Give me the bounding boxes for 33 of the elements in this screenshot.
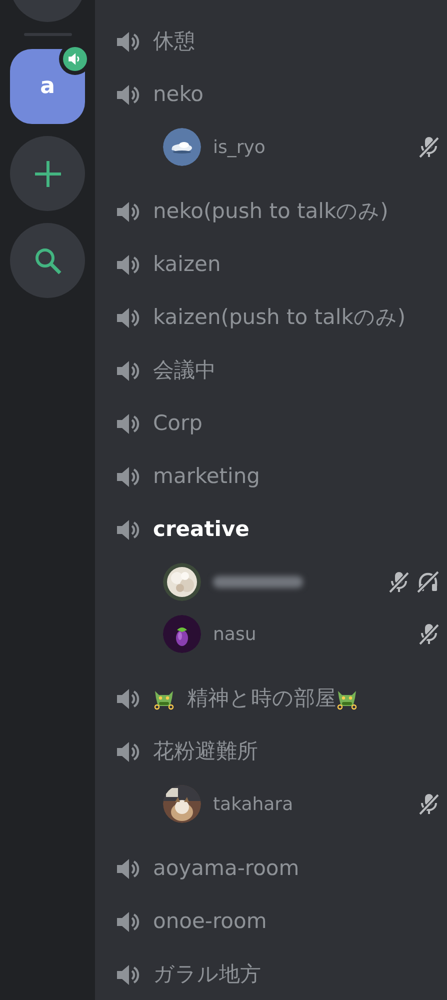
speaker-icon xyxy=(115,962,141,986)
speaker-icon xyxy=(115,686,141,710)
channel-name[interactable]: aoyama-room xyxy=(153,858,300,879)
plus-icon xyxy=(34,160,62,188)
channel-name[interactable]: 花粉避難所 xyxy=(153,741,258,762)
channel-name[interactable]: neko xyxy=(153,84,204,105)
speaker-icon xyxy=(115,358,141,382)
channel-name[interactable]: kaizen xyxy=(153,254,221,275)
username: nasu xyxy=(213,624,258,644)
username: takahara xyxy=(213,794,294,814)
channel-name[interactable]: Corp xyxy=(153,413,202,434)
channel-name[interactable]: creative xyxy=(153,519,250,540)
speaker-icon xyxy=(115,740,141,764)
speaker-icon xyxy=(115,200,141,224)
speaker-icon xyxy=(115,910,141,934)
channel-name[interactable]: neko(push to talkのみ) xyxy=(153,201,388,222)
channel-name[interactable]: kaizen(push to talkのみ) xyxy=(153,307,406,328)
speaker-icon xyxy=(115,518,141,542)
speaker-icon xyxy=(115,30,141,54)
channel-name[interactable]: 休憩 xyxy=(153,31,195,52)
search-icon xyxy=(34,246,62,274)
speaker-icon xyxy=(115,464,141,488)
username: is_ryo xyxy=(213,136,266,158)
channel-name[interactable]: 精神と時の部屋 xyxy=(187,688,336,709)
channel-name[interactable]: 会議中 xyxy=(153,360,216,381)
speaker-icon xyxy=(115,306,141,330)
speaker-icon xyxy=(115,82,141,106)
speaker-icon xyxy=(115,252,141,276)
speaker-icon xyxy=(115,412,141,436)
channel-name[interactable]: marketing xyxy=(153,466,260,487)
channel-name[interactable]: onoe-room xyxy=(153,911,267,932)
speaker-icon xyxy=(115,856,141,880)
channel-name[interactable]: ガラル地方 xyxy=(153,964,261,985)
